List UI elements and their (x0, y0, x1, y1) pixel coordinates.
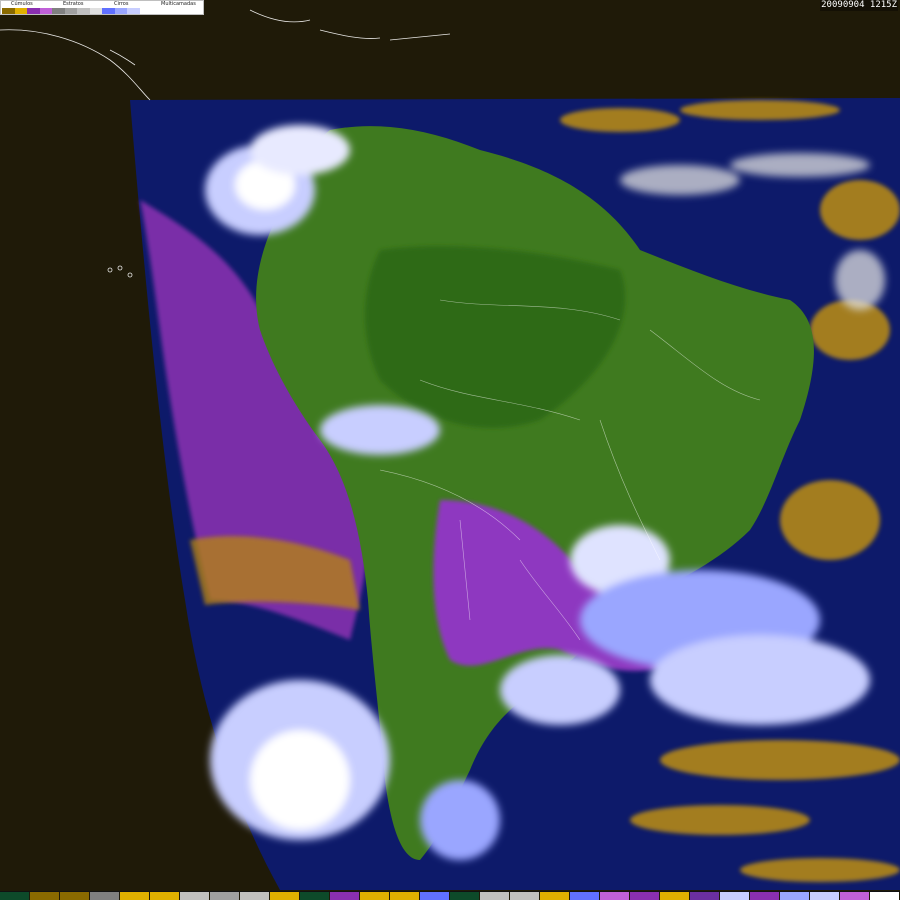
bottom-strip-cell (390, 892, 420, 900)
satellite-map (0, 0, 900, 900)
bottom-strip-cell (240, 892, 270, 900)
bottom-strip-cell (330, 892, 360, 900)
image-timestamp: 20090904 1215Z (820, 0, 898, 11)
bottom-strip-cell (600, 892, 630, 900)
bottom-strip-cell (210, 892, 240, 900)
legend-swatch-2-0 (52, 8, 65, 14)
bottom-strip-cell (0, 892, 30, 900)
bottom-strip-cell (660, 892, 690, 900)
legend-swatches (2, 8, 152, 14)
bottom-strip-cell (180, 892, 210, 900)
legend-swatch-3-3 (139, 8, 152, 14)
legend-swatch-0-0 (2, 8, 15, 14)
bottom-strip-cell (360, 892, 390, 900)
bottom-strip-cell (270, 892, 300, 900)
legend-swatch-1-1 (39, 8, 52, 14)
bottom-strip-cell (150, 892, 180, 900)
bottom-strip-cell (480, 892, 510, 900)
legend-swatch-0-1 (14, 8, 27, 14)
legend-swatch-2-1 (64, 8, 77, 14)
bottom-strip-cell (840, 892, 870, 900)
bottom-strip-cell (510, 892, 540, 900)
legend-label-cirrus: Cirros (114, 1, 129, 7)
legend-swatch-1-0 (27, 8, 40, 14)
legend-swatch-3-1 (114, 8, 127, 14)
legend-label-cumulus: Cúmulos (11, 1, 33, 7)
bottom-strip-cell (810, 892, 840, 900)
bottom-strip-cell (90, 892, 120, 900)
bottom-strip-cell (300, 892, 330, 900)
legend-label-stratus: Estratos (63, 1, 84, 7)
bottom-strip-cell (420, 892, 450, 900)
bottom-color-strip (0, 891, 900, 900)
legend-swatch-2-3 (89, 8, 102, 14)
legend-swatch-2-2 (77, 8, 90, 14)
bottom-strip-cell (870, 892, 900, 900)
bottom-strip-cell (120, 892, 150, 900)
bottom-strip-cell (570, 892, 600, 900)
bottom-strip-cell (540, 892, 570, 900)
bottom-strip-cell (750, 892, 780, 900)
legend-label-multilayer: Multicamadas (161, 1, 196, 7)
cloud-type-legend: Cúmulos Estratos Cirros Multicamadas (0, 0, 204, 15)
bottom-strip-cell (720, 892, 750, 900)
bottom-strip-cell (450, 892, 480, 900)
bottom-strip-cell (690, 892, 720, 900)
bottom-strip-cell (630, 892, 660, 900)
legend-swatch-3-0 (102, 8, 115, 14)
bottom-strip-cell (60, 892, 90, 900)
legend-swatch-3-2 (127, 8, 140, 14)
bottom-strip-cell (30, 892, 60, 900)
bottom-strip-cell (780, 892, 810, 900)
